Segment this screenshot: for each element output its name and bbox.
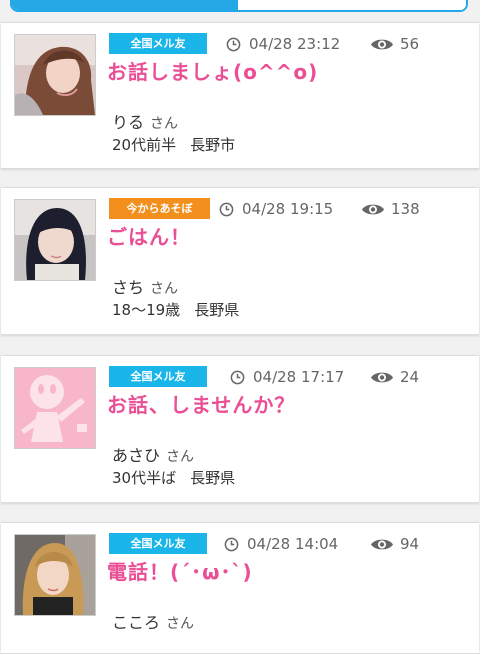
name-text: さち <box>112 278 145 297</box>
post-card[interactable]: 全国メル友 04/28 23:12 56 お話しましょ(o^^o) りる さん 2… <box>1 22 479 169</box>
honorific: さん <box>166 449 195 465</box>
eye-icon <box>371 372 393 382</box>
top-tab-bar <box>10 0 468 12</box>
location-text: 長野県 <box>190 469 236 487</box>
category-badge: 全国メル友 <box>109 366 207 387</box>
post-title[interactable]: お話、しませんか？ <box>107 389 295 418</box>
user-name: こころ さん <box>112 609 194 633</box>
post-time: 04/28 14:04 <box>224 532 338 556</box>
eye-icon <box>371 539 393 549</box>
honorific: さん <box>166 616 195 632</box>
post-card[interactable]: 全国メル友 04/28 14:04 94 電話！(´･ω･`) こころ さん <box>1 522 479 654</box>
name-text: あさひ <box>112 446 161 465</box>
eye-icon <box>371 39 393 49</box>
category-badge: 今からあそぼ <box>109 198 210 219</box>
avatar <box>14 34 96 116</box>
views-text: 94 <box>400 535 420 553</box>
views-text: 56 <box>400 35 420 53</box>
post-title[interactable]: 電話！(´･ω･`) <box>107 556 253 585</box>
eye-icon <box>362 204 384 214</box>
user-profile: 30代半ば 長野県 <box>112 467 235 488</box>
category-badge: 全国メル友 <box>109 33 207 54</box>
age-text: 20代前半 <box>112 136 177 154</box>
clock-icon <box>230 370 245 384</box>
time-text: 04/28 17:17 <box>253 368 345 386</box>
honorific: さん <box>150 116 179 132</box>
honorific: さん <box>150 281 179 297</box>
category-badge: 全国メル友 <box>109 533 207 554</box>
clock-icon <box>219 202 234 216</box>
name-text: こころ <box>112 613 161 632</box>
views-text: 24 <box>400 368 420 386</box>
age-text: 30代半ば <box>112 469 177 487</box>
view-count: 56 <box>370 32 419 56</box>
post-time: 04/28 23:12 <box>226 32 340 56</box>
user-profile: 20代前半 長野市 <box>112 134 235 155</box>
user-name: りる さん <box>112 109 178 133</box>
time-text: 04/28 14:04 <box>247 535 339 553</box>
location-text: 長野市 <box>190 136 236 154</box>
clock-icon <box>226 37 241 51</box>
time-text: 04/28 19:15 <box>242 200 334 218</box>
time-text: 04/28 23:12 <box>249 35 341 53</box>
tab-inactive[interactable] <box>238 0 466 10</box>
post-time: 04/28 19:15 <box>219 197 333 221</box>
user-profile: 18〜19歳 長野県 <box>112 299 239 320</box>
avatar <box>14 199 96 281</box>
avatar <box>14 534 96 616</box>
post-title[interactable]: お話しましょ(o^^o) <box>107 56 318 85</box>
post-time: 04/28 17:17 <box>230 365 344 389</box>
clock-icon <box>224 537 239 551</box>
post-card[interactable]: 全国メル友 04/28 17:17 24 お話、しませんか？ あさひ さん 30代… <box>1 355 479 503</box>
location-text: 長野県 <box>194 301 240 319</box>
tab-active[interactable] <box>12 0 238 10</box>
post-card[interactable]: 今からあそぼ 04/28 19:15 138 ごはん！ さち さん 18〜19歳長… <box>1 187 479 335</box>
avatar <box>14 367 96 449</box>
view-count: 138 <box>361 197 420 221</box>
post-title[interactable]: ごはん！ <box>107 221 191 250</box>
view-count: 24 <box>370 365 419 389</box>
views-text: 138 <box>391 200 420 218</box>
view-count: 94 <box>370 532 419 556</box>
name-text: りる <box>112 113 145 132</box>
age-text: 18〜19歳 <box>112 301 181 319</box>
user-name: さち さん <box>112 274 178 298</box>
user-name: あさひ さん <box>112 442 194 466</box>
